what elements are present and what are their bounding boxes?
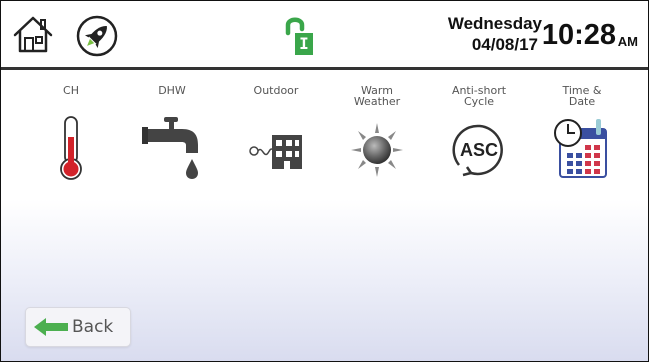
thermometer-icon <box>60 116 82 180</box>
day-of-week: Wednesday <box>447 14 542 33</box>
menu-item-outdoor[interactable]: Outdoor <box>236 85 316 195</box>
calendar-clock-icon <box>554 119 607 178</box>
asc-icon: ASC <box>452 124 503 177</box>
menu-item-dhw[interactable]: DHW <box>132 85 212 195</box>
date-time-display[interactable]: Wednesday 04/08/17 10:28 AM <box>428 11 638 61</box>
menu-item-anti-short-cycle[interactable]: Anti-short Cycle ASC <box>439 85 519 195</box>
menu-item-ch[interactable]: CH <box>31 85 111 195</box>
back-arrow-icon <box>34 318 68 336</box>
screen: I Wednesday 04/08/17 10:28 AM CH DHW Out… <box>0 0 649 362</box>
date-text: 04/08/17 <box>471 35 538 54</box>
menu-item-label: Anti-short Cycle <box>451 84 507 108</box>
outdoor-sensor-icon <box>249 135 302 169</box>
home-icon <box>13 16 53 53</box>
home-button[interactable] <box>11 13 55 55</box>
faucet-icon <box>142 117 198 179</box>
am-pm-text: AM <box>617 34 638 49</box>
menu-item-time-date[interactable]: Time & Date <box>542 85 622 195</box>
sun-icon <box>351 123 403 177</box>
asc-text: ASC <box>460 140 498 160</box>
menu-item-label: Time & Date <box>562 84 602 108</box>
back-button[interactable]: Back <box>25 307 131 347</box>
menu-item-label: CH <box>63 84 79 97</box>
rocket-button[interactable] <box>75 14 119 58</box>
menu-item-label: Warm Weather <box>353 84 401 108</box>
rocket-icon <box>76 15 118 57</box>
unlock-status[interactable]: I <box>284 13 314 57</box>
menu-item-warm-weather[interactable]: Warm Weather <box>337 85 417 195</box>
menu-item-label: Outdoor <box>253 84 299 97</box>
back-button-label: Back <box>72 317 114 337</box>
top-bar: I Wednesday 04/08/17 10:28 AM <box>1 1 648 70</box>
lock-letter: I <box>299 34 309 53</box>
time-text: 10:28 <box>541 19 616 51</box>
menu-item-label: DHW <box>158 84 186 97</box>
